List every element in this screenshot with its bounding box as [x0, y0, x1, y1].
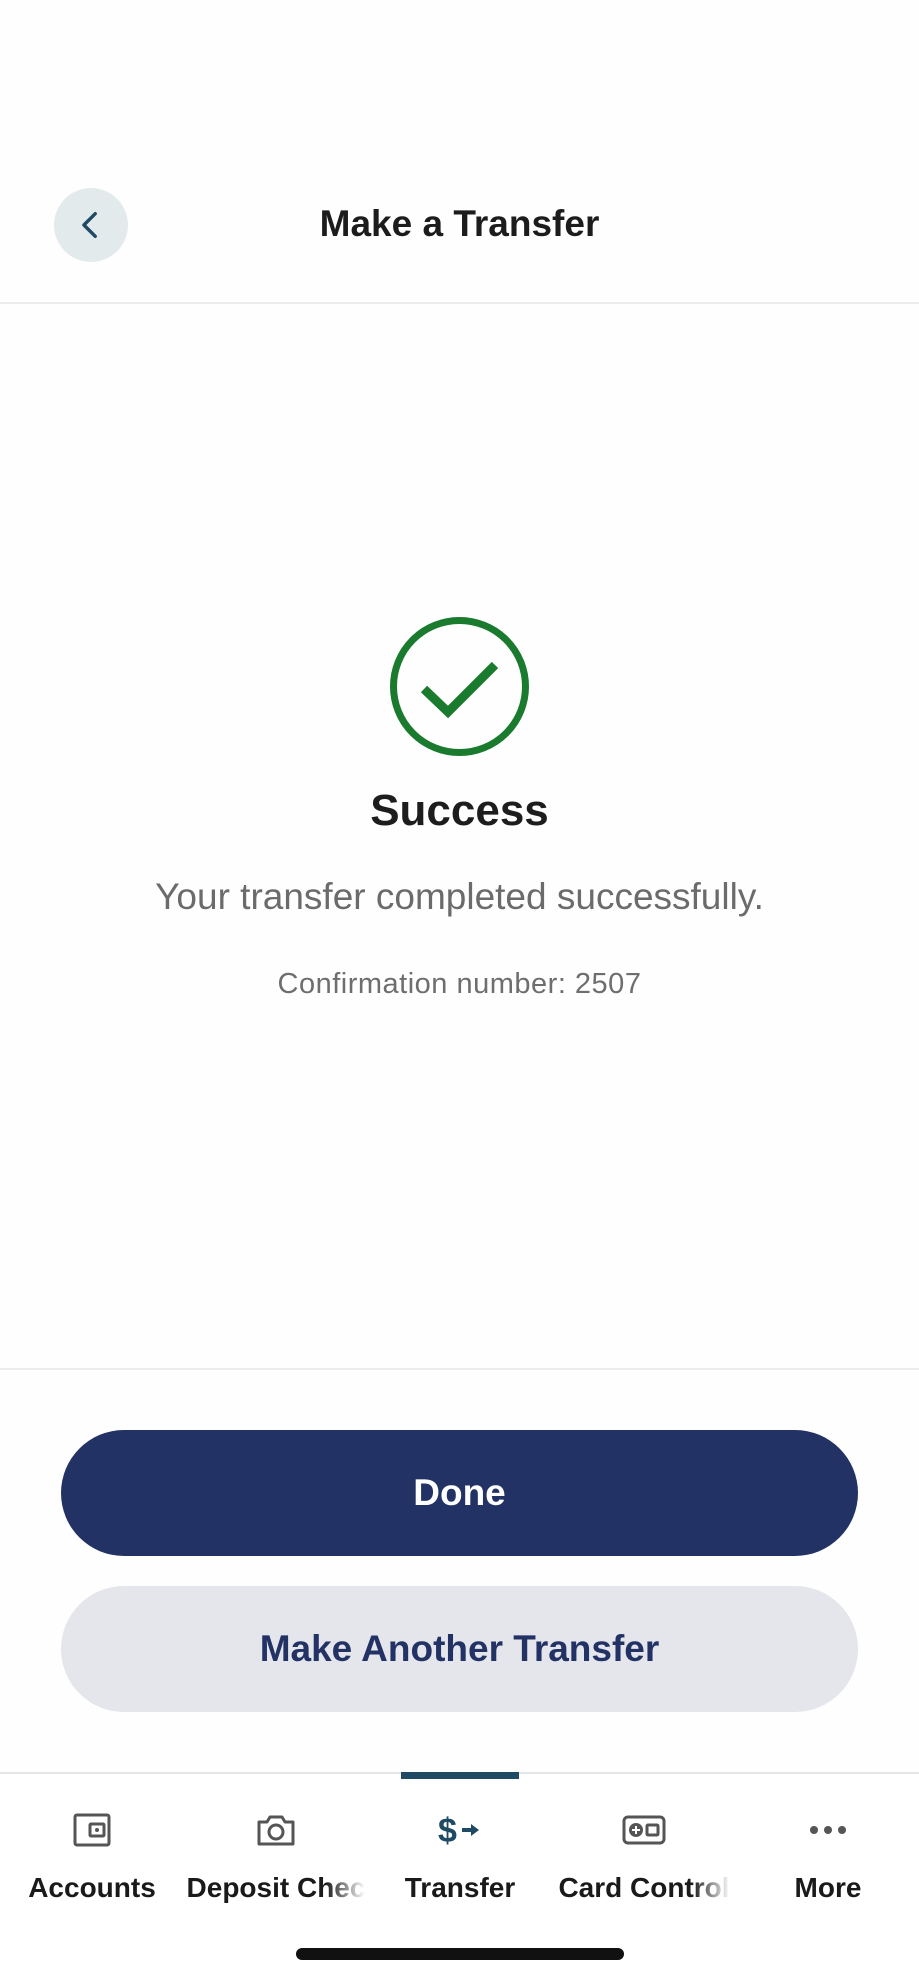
nav-label: More: [794, 1872, 862, 1903]
more-dots-icon: [810, 1826, 846, 1834]
nav-item-more[interactable]: More: [736, 1774, 919, 1924]
transfer-success-screen: Make a Transfer Success Your transfer co…: [0, 0, 919, 1980]
confirmation-number: Confirmation number: 2507: [277, 968, 642, 1000]
nav-label: Transfer: [404, 1872, 516, 1903]
svg-text:$: $: [438, 1812, 457, 1850]
camera-icon: [257, 1815, 295, 1846]
nav-item-accounts[interactable]: Accounts: [0, 1774, 184, 1924]
divider: [0, 1368, 919, 1370]
nav-label: Accounts: [28, 1872, 156, 1903]
header: Make a Transfer: [0, 150, 919, 304]
nav-label: Card Control: [558, 1872, 730, 1903]
success-message: Your transfer completed successfully.: [155, 876, 764, 917]
home-indicator[interactable]: [296, 1948, 624, 1960]
card-control-icon: [622, 1815, 666, 1845]
dollar-arrow-icon: $: [438, 1812, 479, 1850]
wallet-icon: [73, 1813, 111, 1847]
nav-label: Deposit Chec: [186, 1872, 366, 1903]
nav-item-card-control[interactable]: Card Control: [552, 1774, 736, 1924]
page-title: Make a Transfer: [319, 203, 600, 244]
make-another-transfer-button[interactable]: Make Another Transfer: [61, 1586, 858, 1712]
nav-item-deposit-check[interactable]: Deposit Chec: [184, 1774, 368, 1924]
check-circle-icon: [390, 617, 529, 756]
nav-item-transfer[interactable]: $ Transfer: [368, 1774, 552, 1924]
success-title: Success: [370, 786, 549, 835]
done-button[interactable]: Done: [61, 1430, 858, 1556]
